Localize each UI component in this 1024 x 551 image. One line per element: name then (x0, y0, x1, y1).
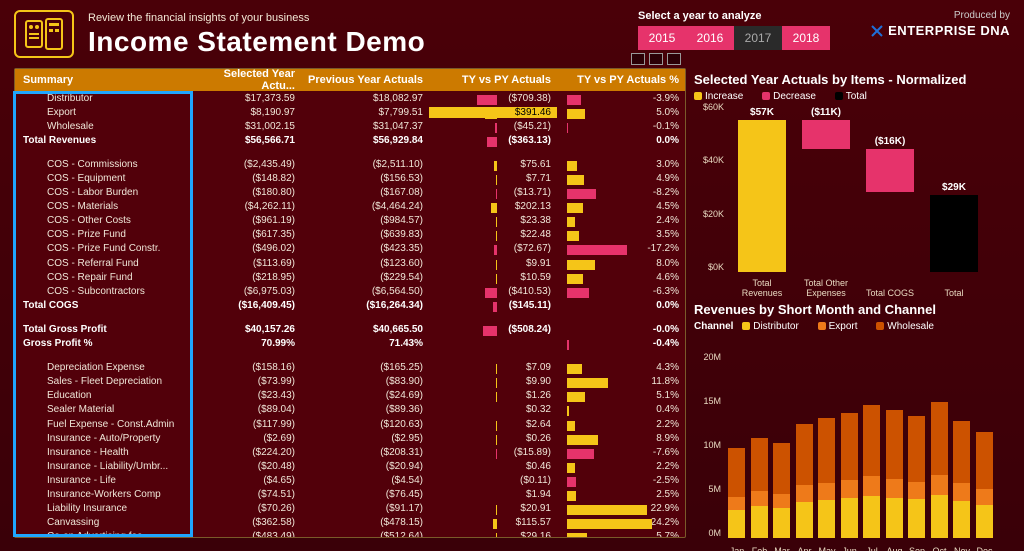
year-slicer-label: Select a year to analyze (638, 10, 830, 22)
table-row[interactable]: COS - Prize Fund Constr.($496.02)($423.3… (15, 242, 685, 256)
produced-by: Produced by ENTERPRISE DNA (870, 10, 1010, 38)
right-column: Selected Year Actuals by Items - Normali… (694, 72, 1014, 541)
table-row[interactable]: Depreciation Expense($158.16)($165.25)$7… (15, 361, 685, 375)
income-statement-table[interactable]: Summary Selected Year Actu... Previous Y… (14, 68, 686, 538)
table-row[interactable]: Sales - Fleet Depreciation($73.99)($83.9… (15, 375, 685, 389)
legend-decrease: Decrease (773, 91, 816, 102)
table-row[interactable]: Co-op Advertising fee($483.49)($512.64)$… (15, 530, 685, 537)
table-row[interactable]: COS - Equipment($148.82)($156.53)$7.714.… (15, 171, 685, 185)
legend-distributor: Distributor (753, 321, 799, 332)
year-2016[interactable]: 2016 (686, 26, 734, 50)
year-2018[interactable]: 2018 (782, 26, 830, 50)
subtitle: Review the financial insights of your bu… (88, 12, 309, 24)
revenue-chart-title: Revenues by Short Month and Channel (694, 302, 1014, 317)
legend-channel-label: Channel (694, 321, 733, 332)
table-row[interactable]: Fuel Expense - Const.Admin($117.99)($120… (15, 417, 685, 431)
table-row[interactable]: COS - Commissions($2,435.49)($2,511.10)$… (15, 157, 685, 171)
revenue-legend: Channel Distributor Export Wholesale (694, 321, 1014, 332)
year-2017[interactable]: 2017 (734, 26, 782, 50)
waterfall-chart[interactable]: $0K$20K$40K$60K $57K($11K)($16K)$29K Tot… (694, 108, 1014, 298)
focus-icon[interactable] (649, 53, 663, 65)
table-row[interactable]: COS - Referral Fund($113.69)($123.60)$9.… (15, 256, 685, 270)
header: Review the financial insights of your bu… (14, 10, 1010, 64)
dna-icon (870, 24, 884, 38)
table-header: Summary Selected Year Actu... Previous Y… (15, 69, 685, 91)
table-row[interactable]: Sealer Material($89.04)($89.36)$0.320.4% (15, 403, 685, 417)
col-py[interactable]: Previous Year Actuals (301, 74, 429, 86)
dashboard: Review the financial insights of your bu… (0, 0, 1024, 551)
col-diffpct[interactable]: TY vs PY Actuals % (557, 74, 685, 86)
table-row[interactable]: Insurance - Life($4.65)($4.54)($0.11)-2.… (15, 473, 685, 487)
brand-logo: ENTERPRISE DNA (870, 23, 1010, 38)
filter-icon[interactable] (631, 53, 645, 65)
legend-total: Total (846, 91, 867, 102)
legend-export: Export (829, 321, 858, 332)
table-row[interactable]: Insurance - Health($224.20)($208.31)($15… (15, 445, 685, 459)
table-row[interactable]: COS - Labor Burden($180.80)($167.08)($13… (15, 186, 685, 200)
revenue-chart[interactable]: 0M5M10M15M20M JanFebMarAprMayJunJulAugSe… (694, 342, 1014, 551)
report-logo-icon (14, 10, 74, 58)
table-row[interactable]: Gross Profit %70.99%71.43%-0.4% (15, 337, 685, 351)
year-2015[interactable]: 2015 (638, 26, 686, 50)
table-row[interactable]: COS - Repair Fund($218.95)($229.54)$10.5… (15, 270, 685, 284)
table-row[interactable]: Export$8,190.97$7,799.51$391.465.0% (15, 105, 685, 119)
table-row[interactable]: COS - Subcontractors($6,975.03)($6,564.5… (15, 284, 685, 298)
table-row[interactable]: Total Revenues$56,566.71$56,929.84($363.… (15, 133, 685, 147)
col-sy[interactable]: Selected Year Actu... (193, 68, 301, 92)
year-slicer: Select a year to analyze 201520162017201… (638, 10, 830, 50)
brand-text: ENTERPRISE DNA (888, 23, 1010, 38)
table-row[interactable]: Liability Insurance($70.26)($91.17)$20.9… (15, 502, 685, 516)
table-row[interactable]: COS - Prize Fund($617.35)($639.83)$22.48… (15, 228, 685, 242)
visual-toolbar (631, 53, 681, 65)
table-row[interactable]: Education($23.43)($24.69)$1.265.1% (15, 389, 685, 403)
table-row[interactable]: Total Gross Profit$40,157.26$40,665.50($… (15, 322, 685, 336)
produced-label: Produced by (870, 10, 1010, 21)
table-row[interactable]: Total COGS($16,409.45)($16,264.34)($145.… (15, 298, 685, 312)
table-row[interactable]: Insurance - Auto/Property($2.69)($2.95)$… (15, 431, 685, 445)
col-summary[interactable]: Summary (15, 74, 193, 86)
col-diff[interactable]: TY vs PY Actuals (429, 74, 557, 86)
table-row[interactable]: Distributor$17,373.59$18,082.97($709.38)… (15, 91, 685, 105)
table-row[interactable]: Insurance - Liability/Umbr...($20.48)($2… (15, 459, 685, 473)
table-row[interactable]: Canvassing($362.58)($478.15)$115.5724.2% (15, 516, 685, 530)
table-row[interactable]: Wholesale$31,002.15$31,047.37($45.21)-0.… (15, 119, 685, 133)
page-title: Income Statement Demo (88, 26, 425, 58)
more-icon[interactable] (667, 53, 681, 65)
waterfall-legend: Increase Decrease Total (694, 91, 1014, 102)
table-row[interactable]: COS - Other Costs($961.19)($984.57)$23.3… (15, 214, 685, 228)
legend-increase: Increase (705, 91, 743, 102)
waterfall-title: Selected Year Actuals by Items - Normali… (694, 72, 1014, 87)
table-row[interactable]: Insurance-Workers Comp($74.51)($76.45)$1… (15, 487, 685, 501)
legend-wholesale: Wholesale (887, 321, 934, 332)
table-row[interactable]: COS - Materials($4,262.11)($4,464.24)$20… (15, 200, 685, 214)
